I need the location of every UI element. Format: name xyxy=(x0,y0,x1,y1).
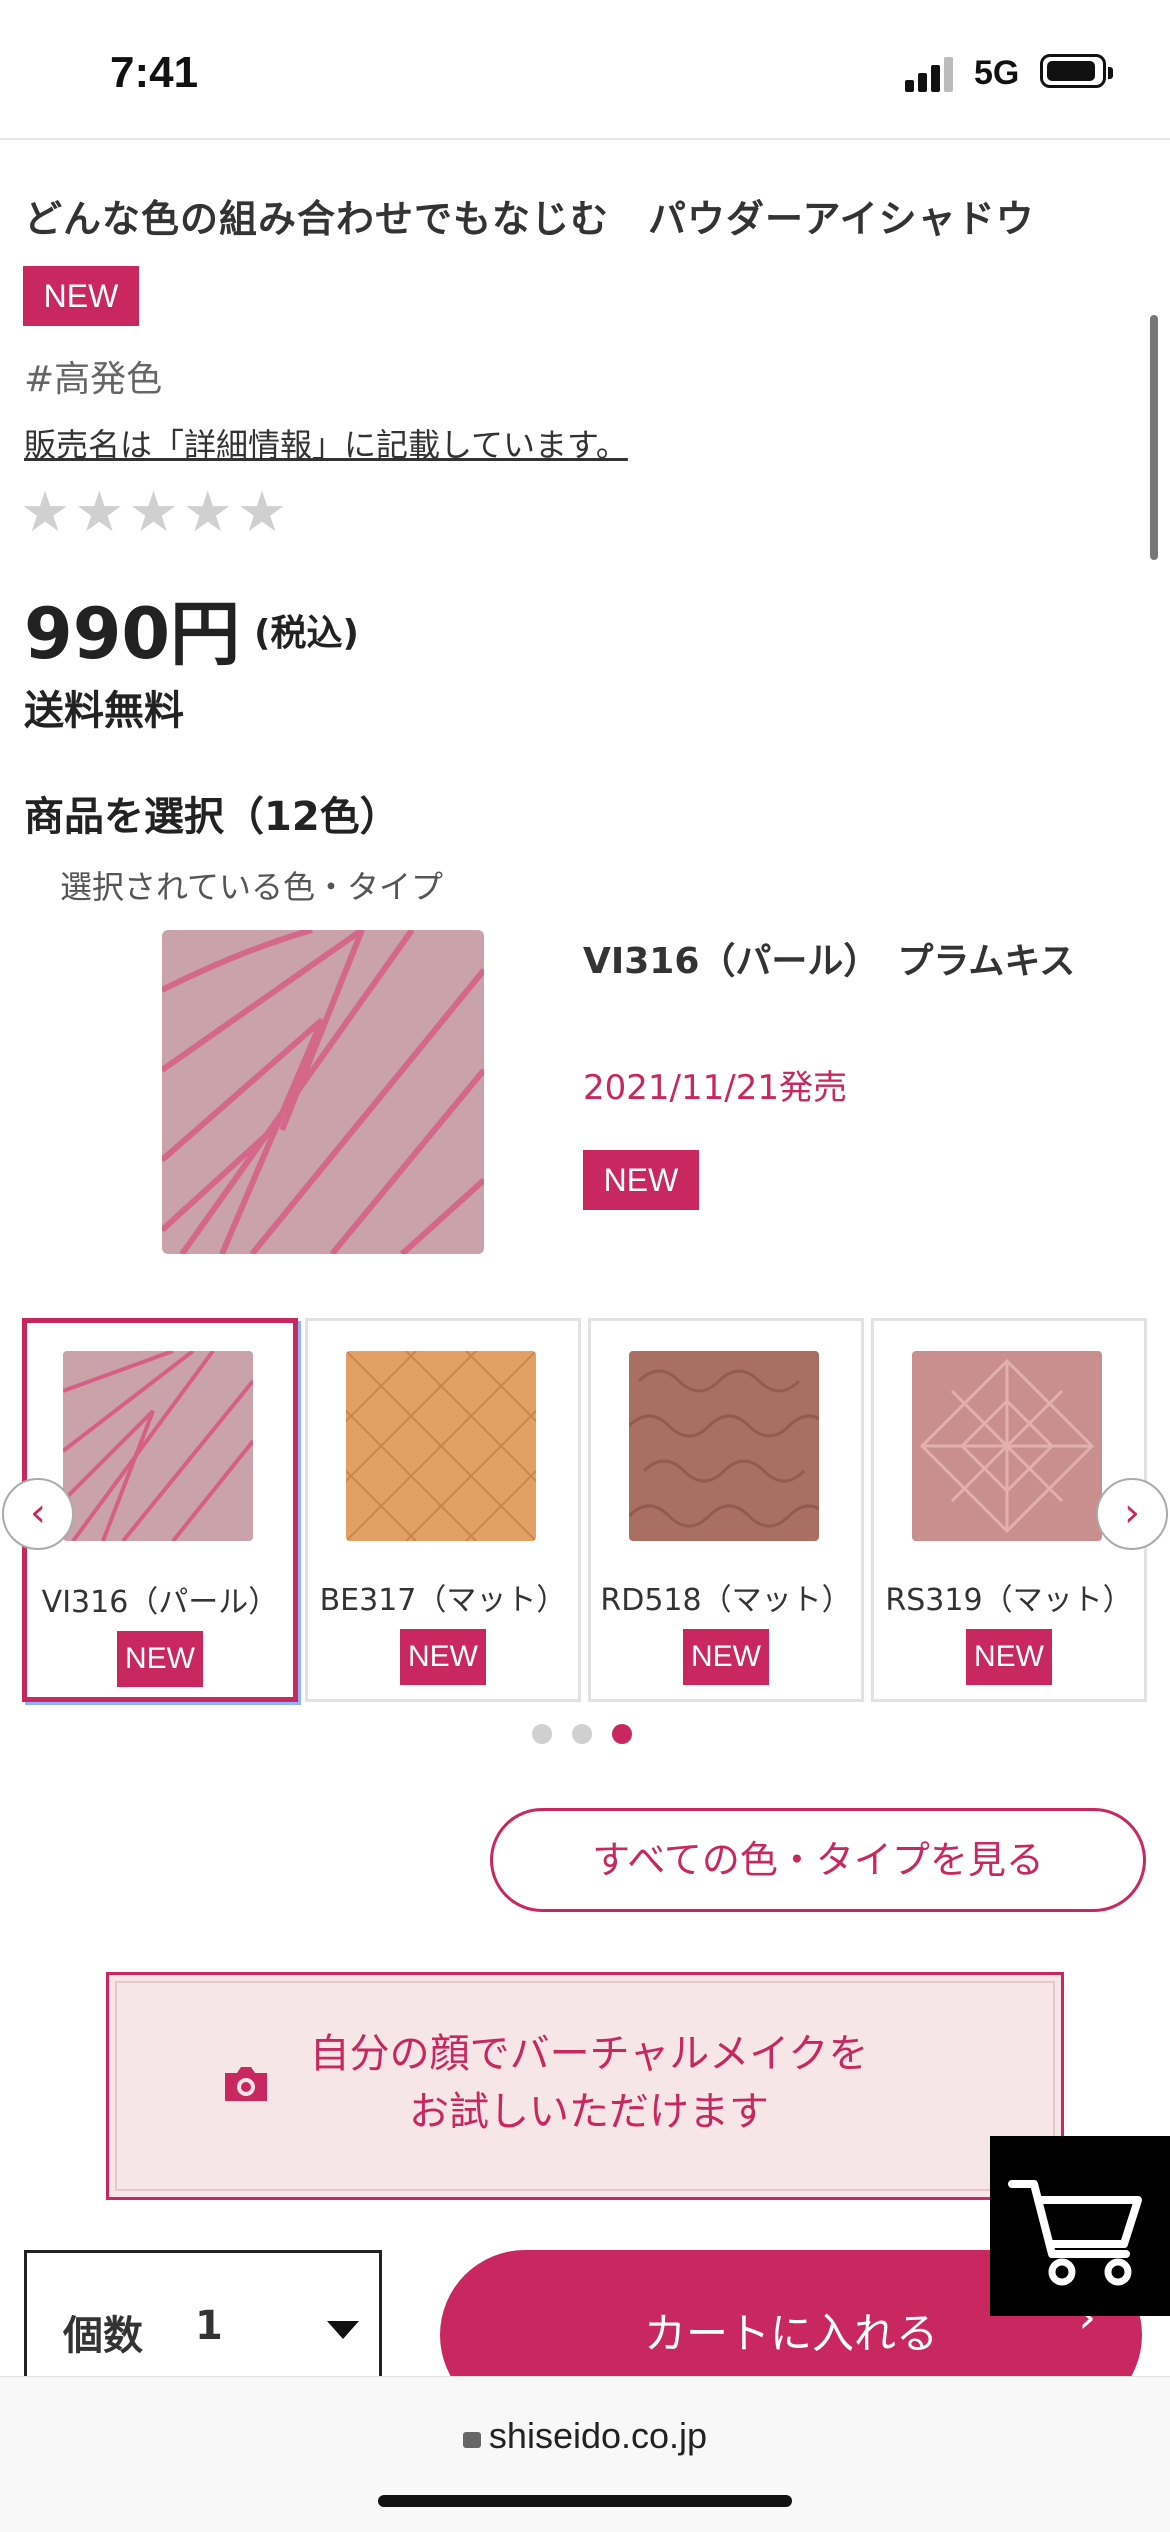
network-label: 5G xyxy=(974,54,1020,92)
status-bar: 7:41 5G xyxy=(0,0,1170,140)
vm-line-2: お試しいただけます xyxy=(409,2089,769,2135)
virtual-makeup-text: 自分の顔でバーチャルメイクを お試しいただけます xyxy=(309,2025,869,2141)
lock-icon xyxy=(462,2432,481,2448)
new-badge: NEW xyxy=(23,266,139,326)
signal-icon xyxy=(905,56,953,92)
option-new-badge: NEW xyxy=(683,1629,769,1685)
price: 990円 xyxy=(24,593,241,675)
option-name: RD518（マット） xyxy=(600,1583,852,1618)
home-indicator[interactable] xyxy=(378,2495,792,2507)
page-dot-active[interactable] xyxy=(612,1724,632,1744)
url-field[interactable]: shiseido.co.jp xyxy=(0,2415,1170,2457)
selected-new-badge: NEW xyxy=(583,1150,699,1210)
color-option-be317[interactable]: BE317（マット） NEW xyxy=(305,1318,581,1702)
selected-swatch-image xyxy=(162,930,484,1254)
hashtag-link[interactable]: #高発色 xyxy=(24,350,162,402)
option-new-badge: NEW xyxy=(400,1629,486,1685)
quantity-select[interactable]: 個数 1 xyxy=(24,2250,382,2380)
swatch-vi316 xyxy=(63,1351,253,1541)
selected-label: 選択されている色・タイプ xyxy=(60,868,444,906)
virtual-makeup-banner[interactable]: 自分の顔でバーチャルメイクを お試しいただけます xyxy=(106,1972,1064,2200)
chevron-down-icon xyxy=(327,2321,359,2339)
quantity-label: 個数 xyxy=(63,2313,143,2359)
seller-name-link[interactable]: 販売名は「詳細情報」に記載しています。 xyxy=(24,420,628,466)
status-time: 7:41 xyxy=(110,48,199,97)
page-dot[interactable] xyxy=(532,1724,552,1744)
swatch-rd518 xyxy=(629,1351,819,1541)
release-date: 2021/11/21発売 xyxy=(583,1068,847,1108)
swatch-be317 xyxy=(346,1351,536,1541)
carousel-next-button[interactable]: › xyxy=(1096,1478,1168,1550)
floating-cart-button[interactable] xyxy=(990,2136,1170,2316)
option-name: RS319（マット） xyxy=(885,1583,1133,1618)
browser-bar: shiseido.co.jp xyxy=(0,2376,1170,2532)
color-option-rd518[interactable]: RD518（マット） NEW xyxy=(588,1318,864,1702)
shipping-note: 送料無料 xyxy=(24,688,184,734)
option-new-badge: NEW xyxy=(966,1629,1052,1685)
option-name: VI316（パール） xyxy=(41,1585,279,1620)
page-scrollbar[interactable] xyxy=(1150,315,1158,560)
tax-note: (税込) xyxy=(254,613,359,654)
color-carousel: VI316（パール） NEW BE317（マット） NEW RD518（マット）… xyxy=(22,1318,1148,1704)
domain-text: shiseido.co.jp xyxy=(488,2415,708,2456)
option-name: BE317（マット） xyxy=(319,1583,567,1618)
battery-icon xyxy=(1040,54,1113,88)
quantity-value: 1 xyxy=(195,2303,223,2349)
selected-color-name: VI316（パール） プラムキス xyxy=(583,941,1076,982)
select-title: 商品を選択（12色） xyxy=(24,794,400,840)
page-dot[interactable] xyxy=(572,1724,592,1744)
option-new-badge: NEW xyxy=(117,1631,203,1687)
cart-icon xyxy=(1008,2180,1142,2286)
view-all-colors-button[interactable]: すべての色・タイプを見る xyxy=(490,1808,1146,1912)
camera-icon xyxy=(221,2063,271,2105)
swatch-rs319 xyxy=(912,1351,1102,1541)
rating-stars[interactable]: ★★★★★ xyxy=(20,480,291,545)
vm-line-1: 自分の顔でバーチャルメイクを xyxy=(309,2031,869,2077)
product-title: どんな色の組み合わせでもなじむ パウダーアイシャドウ xyxy=(24,197,1035,241)
carousel-pagination xyxy=(532,1724,642,1748)
carousel-prev-button[interactable]: ‹ xyxy=(2,1478,74,1550)
